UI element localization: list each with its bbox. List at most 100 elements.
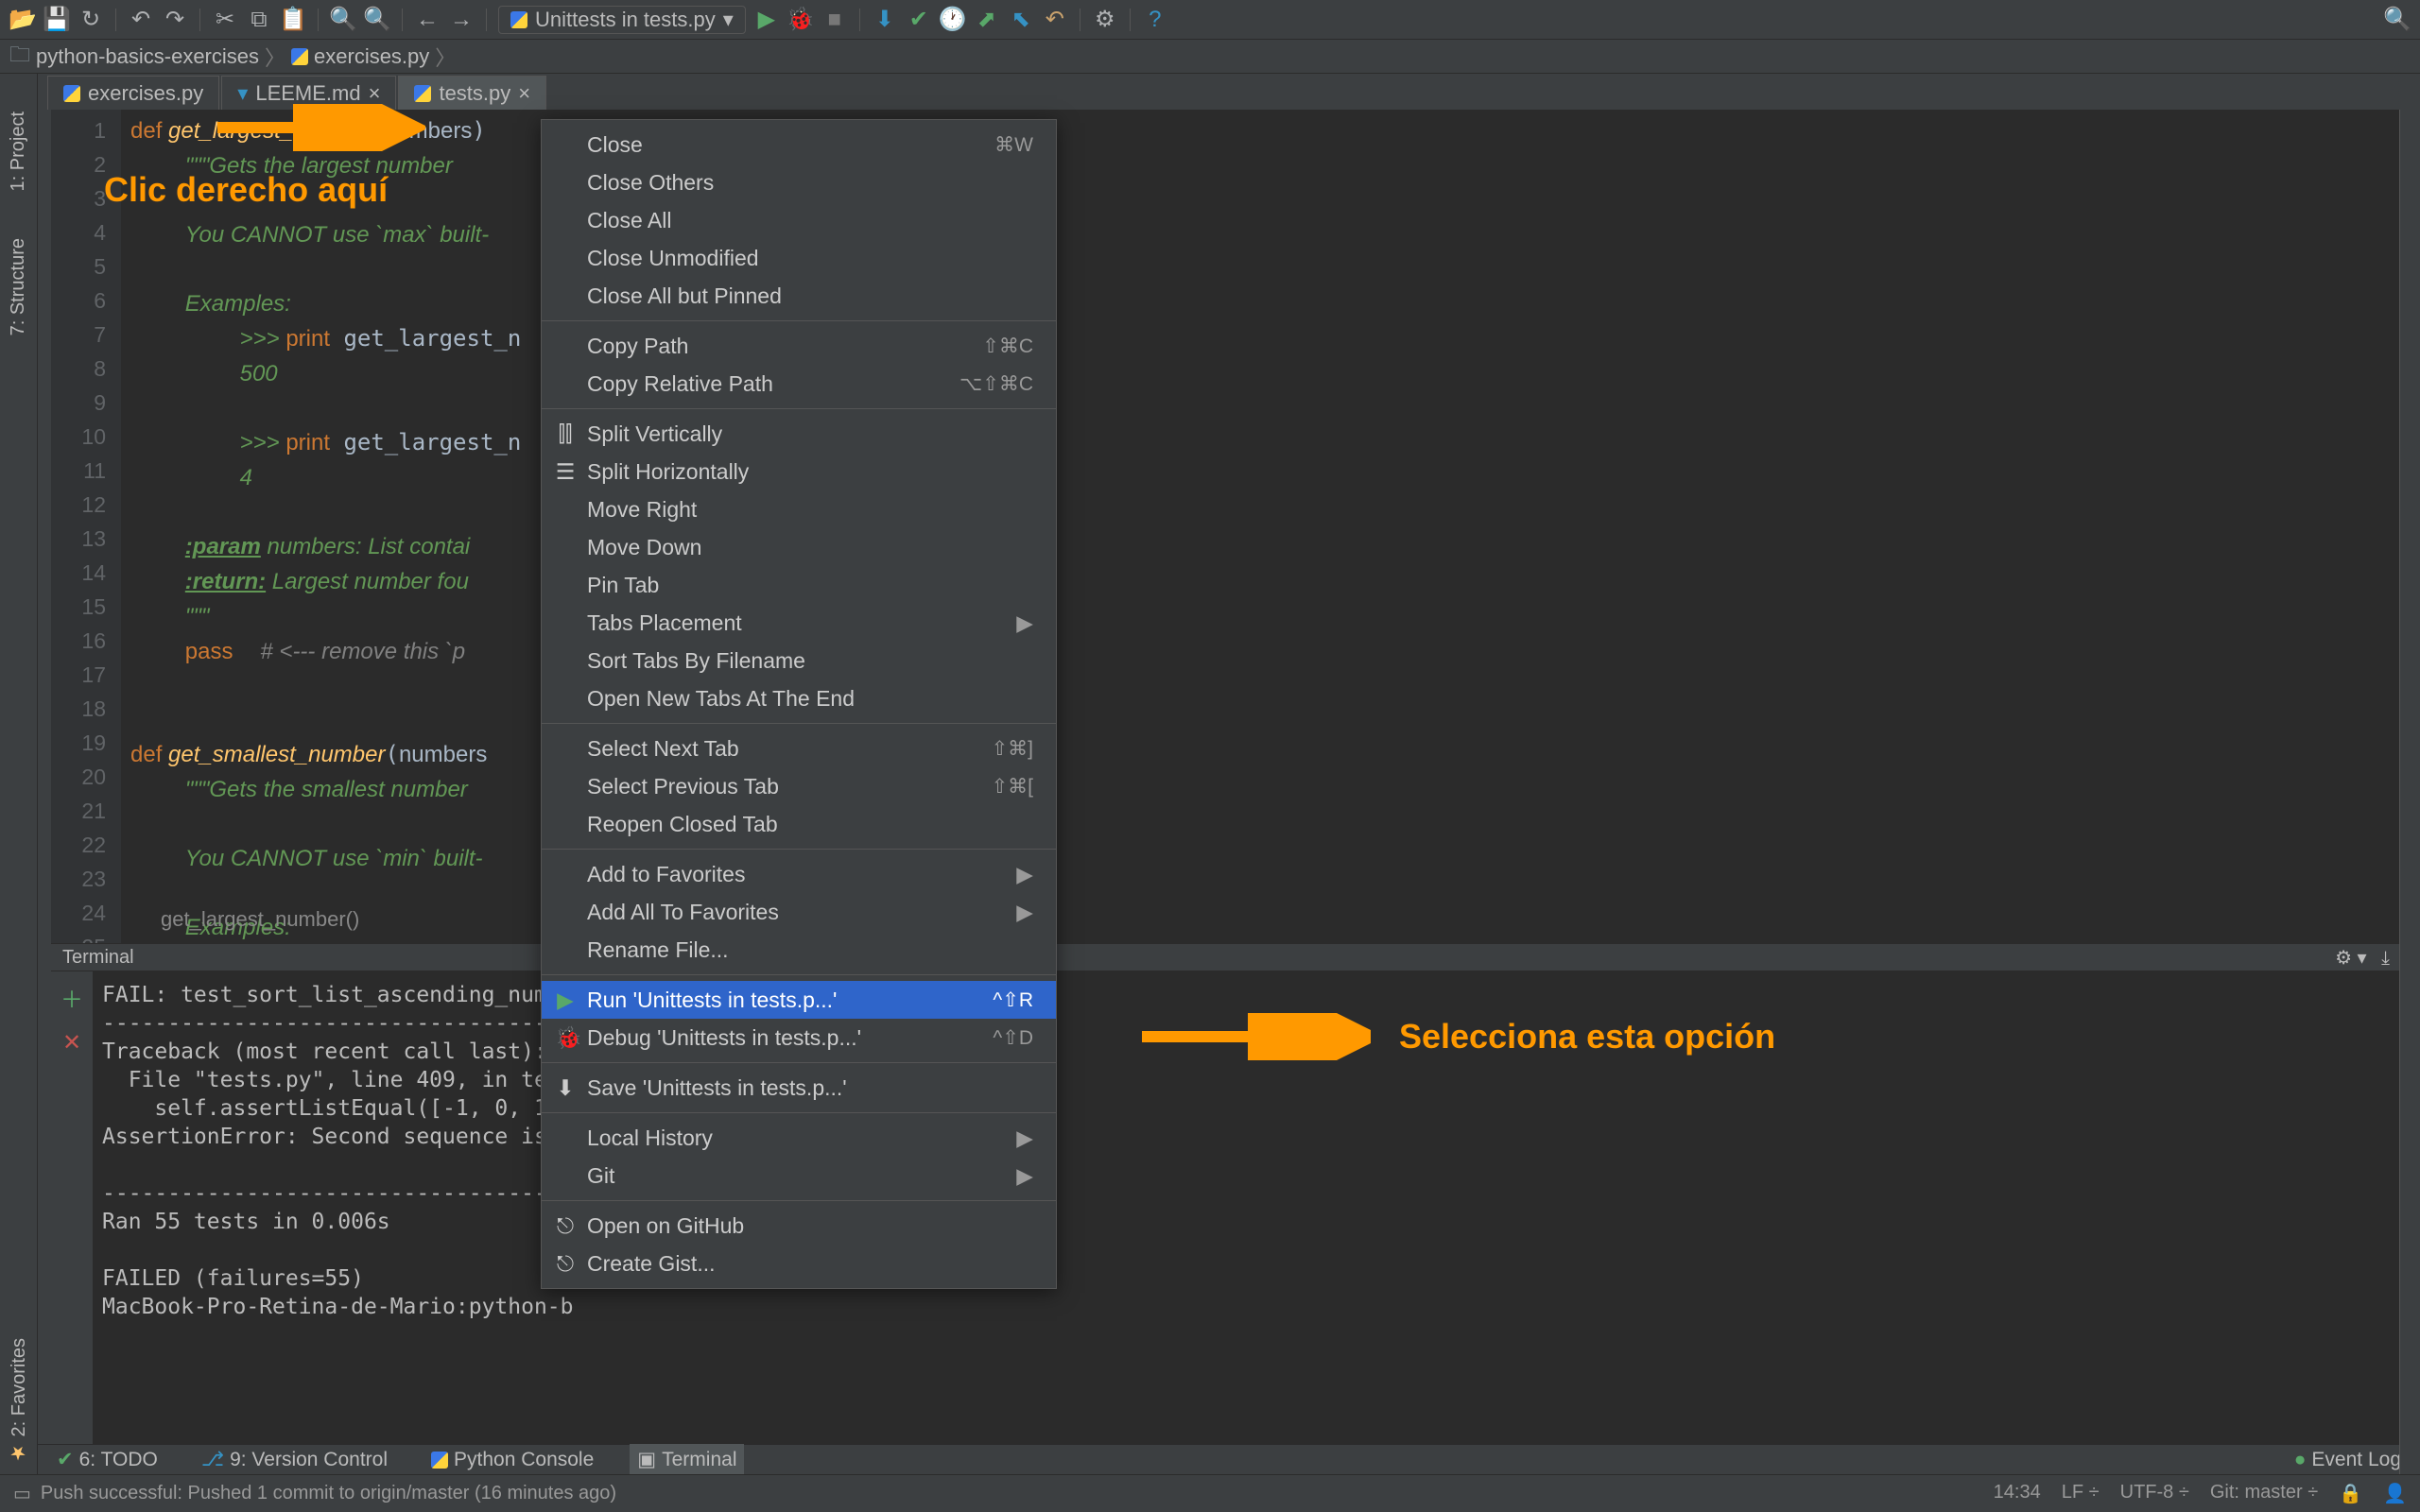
encoding[interactable]: UTF-8 ÷ [2120, 1482, 2189, 1505]
close-icon[interactable]: × [369, 81, 381, 106]
undo-icon[interactable]: ↶ [128, 7, 154, 33]
context-menu-item[interactable]: Copy Path⇧⌘C [542, 327, 1056, 365]
rollback-icon[interactable]: ↶ [1042, 7, 1068, 33]
context-menu-item[interactable]: Copy Relative Path⌥⇧⌘C [542, 365, 1056, 403]
context-menu-item[interactable]: ⫿⫿Split Vertically [542, 415, 1056, 453]
context-menu-item[interactable]: ☰Split Horizontally [542, 453, 1056, 490]
context-menu-item[interactable]: Select Next Tab⇧⌘] [542, 730, 1056, 767]
annotation-text-1: Clic derecho aquí [104, 170, 388, 210]
bottom-tool-strip: ✔6: TODO ⎇9: Version Control Python Cons… [38, 1444, 2420, 1474]
terminal-gutter: ＋ ✕ [51, 971, 93, 1455]
context-menu-item[interactable]: 🐞Debug 'Unittests in tests.p...'^⇧D [542, 1019, 1056, 1057]
breadcrumb-file[interactable]: exercises.py [314, 44, 429, 69]
add-terminal-icon[interactable]: ＋ [60, 981, 83, 1014]
context-menu-item[interactable]: Add All To Favorites▶ [542, 893, 1056, 931]
line-separator[interactable]: LF ÷ [2062, 1482, 2100, 1505]
main-toolbar: 📂 💾 ↻ ↶ ↷ ✂ ⧉ 📋 🔍 🔍 ← → Unittests in tes… [0, 0, 2420, 40]
vcs-update-icon[interactable]: ⬇ [872, 7, 898, 33]
structure-tool-tab[interactable]: 7: Structure [8, 229, 29, 345]
context-menu-item[interactable]: ▶Run 'Unittests in tests.p...'^⇧R [542, 981, 1056, 1019]
context-menu-item[interactable]: Local History▶ [542, 1119, 1056, 1157]
code-area[interactable]: def get_largest_number(numbers) """Gets … [121, 110, 2401, 945]
settings-icon[interactable]: ⚙ [1092, 7, 1118, 33]
editor-area: 1234567891011121314151617181920212223242… [51, 110, 2401, 945]
terminal-tool-tab[interactable]: ▣Terminal [630, 1444, 744, 1475]
git-branch[interactable]: Git: master ÷ [2210, 1482, 2318, 1505]
annotation-text-2: Selecciona esta opción [1399, 1017, 1775, 1057]
find-icon[interactable]: 🔍 [330, 7, 356, 33]
debug-icon[interactable]: 🐞 [787, 7, 814, 33]
markdown-icon: ▾ [237, 81, 248, 106]
vcs-push-icon[interactable]: ⬈ [974, 7, 1000, 33]
context-menu-item[interactable]: Close All but Pinned [542, 277, 1056, 315]
chevron-down-icon: ▾ [723, 8, 734, 32]
context-menu-item[interactable]: Git▶ [542, 1157, 1056, 1194]
run-icon[interactable]: ▶ [753, 7, 780, 33]
cut-icon[interactable]: ✂ [212, 7, 238, 33]
python-icon [414, 85, 431, 102]
context-menu-item[interactable]: Move Down [542, 528, 1056, 566]
breadcrumb-project[interactable]: python-basics-exercises [36, 44, 259, 69]
vcs-history-icon[interactable]: 🕐 [940, 7, 966, 33]
gear-icon[interactable]: ⚙ ▾ [2335, 948, 2367, 969]
paste-icon[interactable]: 📋 [280, 7, 306, 33]
stop-icon[interactable]: ■ [821, 7, 848, 33]
inspector-icon[interactable]: 👤 [2383, 1482, 2407, 1505]
redo-icon[interactable]: ↷ [162, 7, 188, 33]
close-icon[interactable]: × [518, 81, 530, 106]
left-tool-strip: 1: Project 7: Structure ★ 2: Favorites [0, 74, 38, 1474]
replace-icon[interactable]: 🔍 [364, 7, 390, 33]
context-menu-item[interactable]: Reopen Closed Tab [542, 805, 1056, 843]
open-icon[interactable]: 📂 [9, 7, 36, 33]
vcs-commit-icon[interactable]: ✔ [906, 7, 932, 33]
copy-icon[interactable]: ⧉ [246, 7, 272, 33]
search-everywhere-icon[interactable]: 🔍 [2384, 7, 2411, 33]
back-icon[interactable]: ← [414, 7, 441, 33]
context-menu-item[interactable]: Close⌘W [542, 126, 1056, 163]
status-icon[interactable]: ▭ [13, 1482, 31, 1505]
tab-exercises[interactable]: exercises.py [47, 76, 219, 110]
code-breadcrumb: get_largest_number() [161, 907, 359, 932]
context-menu-item[interactable]: ⎋Create Gist... [542, 1245, 1056, 1282]
terminal-title: Terminal [62, 947, 134, 969]
context-menu-item[interactable]: Open New Tabs At The End [542, 679, 1056, 717]
line-gutter: 1234567891011121314151617181920212223242… [51, 110, 121, 945]
context-menu-item[interactable]: Close All [542, 201, 1056, 239]
close-terminal-icon[interactable]: ✕ [62, 1029, 81, 1057]
help-icon[interactable]: ? [1142, 7, 1168, 33]
terminal-header: Terminal ⚙ ▾ ⤓ [51, 943, 2401, 971]
save-icon[interactable]: 💾 [43, 7, 70, 33]
context-menu-item[interactable]: Sort Tabs By Filename [542, 642, 1056, 679]
context-menu-item[interactable]: Pin Tab [542, 566, 1056, 604]
todo-tool-tab[interactable]: ✔6: TODO [49, 1444, 165, 1475]
minimize-icon[interactable]: ⤓ [2381, 948, 2390, 969]
context-menu-item[interactable]: ⎋Open on GitHub [542, 1207, 1056, 1245]
favorites-tool-tab[interactable]: ★ 2: Favorites [8, 1329, 30, 1474]
project-tool-tab[interactable]: 1: Project [8, 102, 29, 200]
python-icon [63, 85, 80, 102]
chevron-right-icon: 〉 [435, 42, 456, 72]
status-message: Push successful: Pushed 1 commit to orig… [41, 1483, 616, 1504]
event-log-tool-tab[interactable]: ●Event Log [2287, 1445, 2409, 1475]
annotation-arrow-1: Clic derecho aquí [217, 104, 425, 158]
sync-icon[interactable]: ↻ [78, 7, 104, 33]
context-menu-item[interactable]: ⬇Save 'Unittests in tests.p...' [542, 1069, 1056, 1107]
context-menu-item[interactable]: Tabs Placement▶ [542, 604, 1056, 642]
chevron-right-icon: 〉 [265, 42, 285, 72]
python-icon [510, 11, 527, 28]
lock-icon[interactable]: 🔒 [2339, 1482, 2362, 1505]
python-console-tool-tab[interactable]: Python Console [424, 1445, 601, 1475]
forward-icon[interactable]: → [448, 7, 475, 33]
run-config-dropdown[interactable]: Unittests in tests.py ▾ [498, 6, 746, 34]
cursor-position[interactable]: 14:34 [1994, 1482, 2041, 1505]
context-menu-item[interactable]: Close Unmodified [542, 239, 1056, 277]
context-menu-item[interactable]: Select Previous Tab⇧⌘[ [542, 767, 1056, 805]
run-config-label: Unittests in tests.py [535, 8, 716, 32]
context-menu-item[interactable]: Rename File... [542, 931, 1056, 969]
context-menu-item[interactable]: Add to Favorites▶ [542, 855, 1056, 893]
vcs-tool-tab[interactable]: ⎇9: Version Control [194, 1444, 395, 1475]
vcs-show-icon[interactable]: ⬉ [1008, 7, 1034, 33]
context-menu-item[interactable]: Move Right [542, 490, 1056, 528]
context-menu-item[interactable]: Close Others [542, 163, 1056, 201]
python-icon [431, 1452, 448, 1469]
